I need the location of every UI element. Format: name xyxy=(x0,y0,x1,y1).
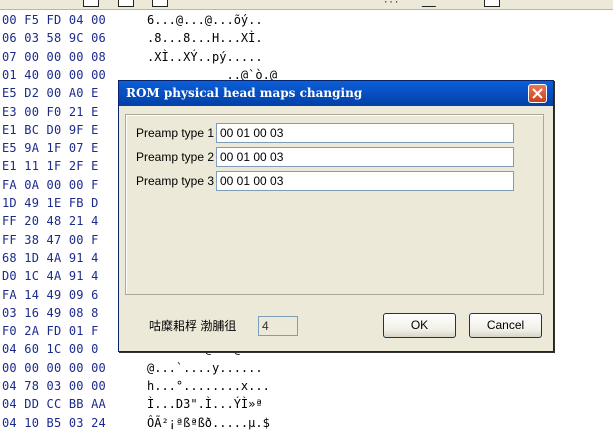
close-button[interactable] xyxy=(528,84,547,103)
preamp-type-3-label: Preamp type 3 xyxy=(136,174,215,188)
dialog-title-bar[interactable]: ROM physical head maps changing xyxy=(119,81,553,106)
count-value-field: 4 xyxy=(258,316,298,336)
preamp-type-2-field[interactable] xyxy=(216,147,514,167)
more-icon[interactable]: ··· xyxy=(383,0,399,10)
toolbar-button-icon[interactable] xyxy=(152,0,168,7)
page-icon[interactable] xyxy=(484,0,500,7)
hex-ascii: ÔÃ²¡ªßªßð.....µ.$ xyxy=(147,415,270,430)
preamp-type-1-label: Preamp type 1 xyxy=(136,126,215,140)
count-label: 咕糜耜桴 渤脯徂 xyxy=(149,319,237,333)
close-icon xyxy=(532,88,543,99)
dialog-title: ROM physical head maps changing xyxy=(126,86,363,100)
cancel-button[interactable]: Cancel xyxy=(469,313,542,338)
head-maps-dialog: ROM physical head maps changing Preamp t… xyxy=(118,80,554,352)
toolbar-button-icon[interactable] xyxy=(118,0,134,7)
preamp-type-3-field[interactable] xyxy=(216,171,514,191)
toolbar-button-icon[interactable] xyxy=(83,0,99,7)
hex-bytes: 04 10 B5 03 24 xyxy=(2,415,106,430)
toolbar: ··· xyxy=(0,0,613,10)
pencil-icon[interactable] xyxy=(421,0,443,7)
preamp-type-1-field[interactable] xyxy=(216,123,514,143)
preamp-type-2-label: Preamp type 2 xyxy=(136,150,215,164)
ok-button[interactable]: OK xyxy=(383,313,456,338)
